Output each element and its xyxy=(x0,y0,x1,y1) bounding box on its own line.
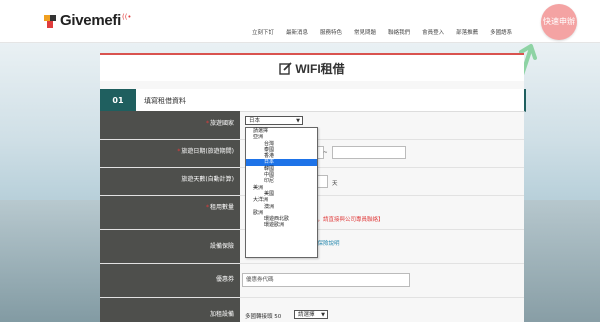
country-dropdown-list[interactable]: 請選擇 亞洲 台灣 泰國 香港 日本 韓國 中國 印尼 美洲 美國 大洋洲 澳洲… xyxy=(245,127,318,258)
row-divider xyxy=(100,297,524,298)
nav-item-faq[interactable]: 常見問題 xyxy=(354,28,376,36)
days-label: 旅遊天數(自動計算) xyxy=(181,176,234,183)
form-label-column: *旅遊國家 *旅遊日期(旅遊期間) 旅遊天數(自動計算) *租用數量 設備保險 … xyxy=(100,111,240,322)
insurance-label: 設備保險 xyxy=(209,243,234,250)
section-number: 01 xyxy=(100,89,136,111)
background-deck-right xyxy=(520,200,600,322)
quantity-label: *租用數量 xyxy=(205,204,234,211)
addon-label: 加租設備 xyxy=(209,311,234,318)
days-unit: 天 xyxy=(332,181,338,187)
nav-item-features[interactable]: 服務特色 xyxy=(320,28,342,36)
logo[interactable]: Givemefi ((• xyxy=(44,12,132,29)
nav-item-news[interactable]: 最新消息 xyxy=(286,28,308,36)
wifi-icon: ((• xyxy=(121,12,132,21)
main-nav: 立刻下訂 最新消息 服務特色 常見問題 聯絡我們 會員登入 部落推薦 多國語系 xyxy=(252,28,524,36)
quantity-note: 上，請直接與公司專員聯絡】 xyxy=(312,217,384,223)
nav-item-language[interactable]: 多國語系 xyxy=(490,28,512,36)
end-date-field[interactable] xyxy=(332,146,406,159)
quick-apply-button[interactable]: 快速申辦 xyxy=(541,4,577,40)
nav-item-blog[interactable]: 部落推薦 xyxy=(456,28,478,36)
nav-item-contact[interactable]: 聯絡我們 xyxy=(388,28,410,36)
dropdown-option[interactable]: 環遊歐洲 xyxy=(246,222,317,228)
background-deck-left xyxy=(0,200,100,322)
edit-icon xyxy=(279,61,292,75)
country-label: *旅遊國家 xyxy=(205,120,234,127)
nav-item-order[interactable]: 立刻下訂 xyxy=(252,28,274,36)
date-separator: ~ xyxy=(323,150,328,156)
page-title-bar: WIFI租借 xyxy=(100,53,524,81)
site-header: Givemefi ((• 立刻下訂 最新消息 服務特色 常見問題 聯絡我們 會員… xyxy=(0,0,600,43)
section-title: 填寫租借資料 xyxy=(144,97,186,105)
coupon-field[interactable]: 優惠券代碼 xyxy=(242,273,410,287)
row-divider xyxy=(100,263,524,264)
addon-quantity-select[interactable]: 請選擇 ▼ xyxy=(294,310,328,319)
coupon-label: 優惠券 xyxy=(215,276,234,283)
nav-item-login[interactable]: 會員登入 xyxy=(422,28,444,36)
logo-mark-icon xyxy=(44,13,58,29)
brand-name: Givemefi xyxy=(60,12,121,29)
addon-adapter-text: 多國轉接頭 50 xyxy=(245,314,282,320)
page-title: WIFI租借 xyxy=(295,61,345,76)
section-header: 01 填寫租借資料 xyxy=(100,89,526,112)
dates-label: *旅遊日期(旅遊期間) xyxy=(177,148,234,155)
country-select[interactable]: 日本 ▼ xyxy=(245,116,303,125)
